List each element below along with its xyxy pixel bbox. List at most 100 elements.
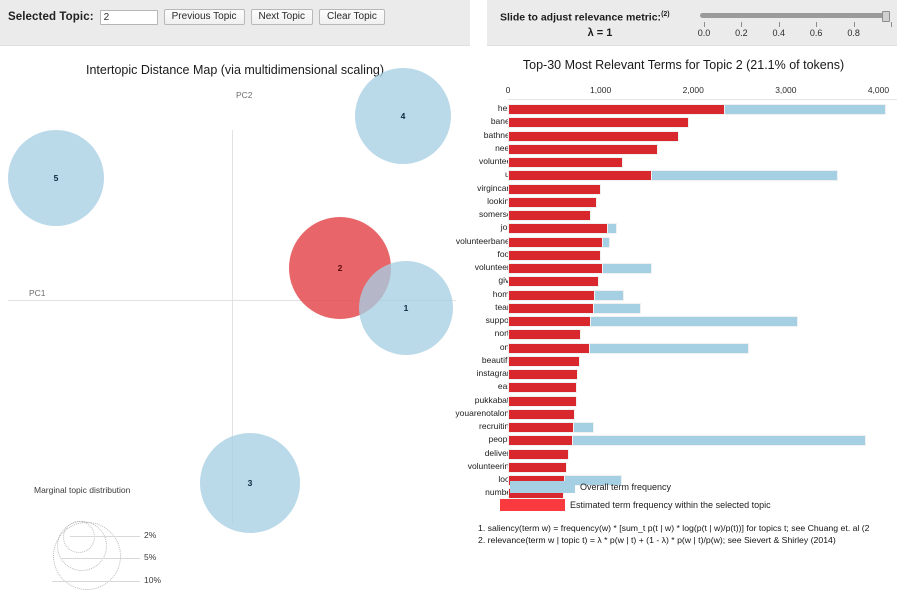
term-row[interactable]: looking [470,196,897,208]
next-topic-button[interactable]: Next Topic [250,9,314,25]
term-label[interactable]: youarenotalone [394,408,514,418]
term-row[interactable]: team [470,302,897,314]
term-row[interactable]: home [470,289,897,301]
topic-bubble-3[interactable]: 3 [200,433,300,533]
bar-topic-frequency [508,422,574,433]
term-label[interactable]: volunteerbanes [394,236,514,246]
term-label[interactable]: volunteers [394,262,514,272]
term-row[interactable]: us [470,169,897,182]
term-row[interactable]: youarenotalone [455,408,897,420]
bar-topic-frequency [508,448,570,460]
marginal-topic-distribution-legend: Marginal topic distribution 2% 5% 10% [30,485,210,590]
marginal-legend-size-label: 2% [144,530,157,540]
bar-topic-frequency [508,435,573,447]
selected-topic-input[interactable] [99,9,158,25]
slider-track[interactable] [700,13,887,18]
term-row[interactable]: volunteers [470,262,897,274]
term-label[interactable]: banes [394,116,514,126]
term-row[interactable]: one [470,342,897,354]
term-row[interactable]: bathnes [470,130,897,142]
term-row[interactable]: beautiful [470,355,897,367]
term-row[interactable]: give [470,275,897,288]
term-label[interactable]: instagram [394,368,514,378]
term-row[interactable]: support [470,315,897,327]
bar-topic-frequency [508,408,575,420]
term-label[interactable]: looking [394,196,514,206]
term-row[interactable]: recruiting [470,421,897,433]
term-label[interactable]: pukkabath [394,395,514,405]
topic-bubble-label: 2 [337,263,343,273]
legend-swatch [500,499,565,511]
term-row[interactable]: virgincare [470,183,897,195]
term-label[interactable]: somerset [394,209,514,219]
legend-label: Overall term frequency [580,482,672,492]
marginal-legend-circle [63,521,95,553]
bar-topic-frequency [508,196,597,208]
term-label[interactable]: join [394,222,514,232]
term-label[interactable]: us [394,169,514,179]
bar-topic-frequency [508,236,604,248]
slider-tick-label: 0.2 [735,28,748,38]
term-row[interactable]: volunteerbanes [456,236,897,248]
term-row[interactable]: somerset [470,209,897,221]
term-row[interactable]: people [470,434,897,447]
term-label[interactable]: volunteer [394,156,514,166]
bar-topic-frequency [508,329,582,341]
term-row[interactable]: volunteering [468,461,897,473]
axis-label-pc1: PC1 [29,288,46,298]
term-row[interactable]: food [470,249,897,261]
term-row[interactable]: volunteer [470,156,897,168]
term-label[interactable]: east [394,381,514,391]
term-row[interactable]: instagram [470,368,897,380]
bar-topic-frequency [508,130,680,142]
clear-topic-button[interactable]: Clear Topic [319,9,385,25]
term-label[interactable]: need [394,143,514,153]
top-terms-bar-chart: Top-30 Most Relevant Terms for Topic 2 (… [455,45,897,582]
bar-topic-frequency [508,276,599,288]
slider-tick-label: 0.8 [847,28,860,38]
footnote-ref-2: (2) [661,11,670,18]
relevance-slider[interactable]: 0.0 0.2 0.4 0.6 0.8 [697,9,892,43]
footnote: 2. relevance(term w | topic t) = λ * p(w… [478,535,836,545]
marginal-legend-title: Marginal topic distribution [34,485,131,495]
term-label[interactable]: people [394,434,514,444]
term-label[interactable]: recruiting [394,421,514,431]
term-label[interactable]: bathnes [394,130,514,140]
bar-topic-frequency [508,210,592,221]
term-label[interactable]: volunteering [394,461,514,471]
term-row[interactable]: delivery [470,448,897,460]
term-row[interactable]: help [470,103,897,115]
term-label[interactable]: north [394,328,514,338]
slider-tick-label: 0.6 [809,28,823,38]
bar-topic-frequency [508,461,568,473]
slider-tick-label: 0.0 [697,28,711,38]
topic-bubble-label: 3 [247,478,253,488]
previous-topic-button[interactable]: Previous Topic [163,9,245,25]
term-row[interactable]: east [470,381,897,394]
term-row[interactable]: need [470,143,897,155]
term-row[interactable]: banes [470,116,897,129]
term-label[interactable]: food [394,249,514,259]
term-label[interactable]: delivery [394,448,514,458]
term-row[interactable]: join [470,222,897,235]
topic-bubble-5[interactable]: 5 [8,130,104,226]
legend-label: Estimated term frequency within the sele… [570,500,771,510]
term-label[interactable]: help [394,103,514,113]
marginal-legend-leader-line [62,558,140,559]
footnote: 1. saliency(term w) = frequency(w) * [su… [478,523,870,533]
term-label[interactable]: home [394,289,514,299]
term-label[interactable]: one [394,342,514,352]
term-row[interactable]: north [470,328,897,341]
term-label[interactable]: support [394,315,514,325]
term-label[interactable]: virgincare [394,183,514,193]
bar-topic-frequency [508,369,579,380]
slider-thumb[interactable] [882,11,890,22]
bar-topic-frequency [508,223,609,235]
term-label[interactable]: give [394,275,514,285]
slider-tick [778,22,780,27]
bar-topic-frequency [508,395,577,407]
term-label[interactable]: team [394,302,514,312]
term-row[interactable]: pukkabath [470,395,897,407]
topic-bubble-label: 5 [53,173,59,183]
term-label[interactable]: beautiful [394,355,514,365]
